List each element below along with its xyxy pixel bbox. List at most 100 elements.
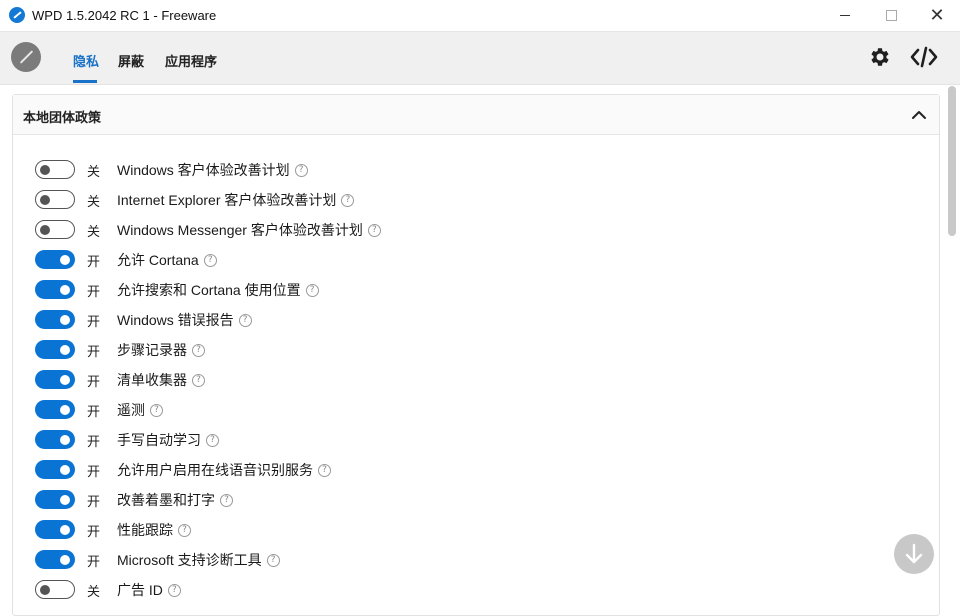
tab-blocker[interactable]: 屏蔽	[118, 51, 144, 70]
setting-label-text: 性能跟踪	[117, 522, 173, 538]
setting-toggle[interactable]	[35, 430, 75, 449]
setting-row: 开 清单收集器?	[35, 367, 915, 391]
toggle-knob	[60, 494, 70, 505]
help-icon[interactable]: ?	[318, 463, 331, 477]
help-icon[interactable]: ?	[206, 433, 219, 447]
setting-label-text: Microsoft 支持诊断工具	[117, 552, 262, 568]
toggle-state-label: 关	[87, 584, 101, 599]
setting-toggle[interactable]	[35, 550, 75, 569]
panel-header[interactable]: 本地团体政策	[13, 95, 939, 135]
setting-label-text: 允许用户启用在线语音识别服务	[117, 462, 313, 478]
toggle-knob	[60, 344, 70, 355]
group-policy-panel: 本地团体政策 关 Windows 客户体验改善计划? 关 Internet Explo…	[12, 94, 940, 616]
setting-label: 广告 ID?	[117, 580, 181, 600]
help-icon[interactable]: ?	[150, 403, 163, 417]
help-icon[interactable]: ?	[294, 163, 308, 177]
setting-label: 允许 Cortana?	[117, 250, 217, 270]
toggle-knob	[40, 225, 50, 235]
setting-label: Windows 错误报告?	[117, 310, 252, 330]
setting-row: 关 Windows 客户体验改善计划?	[35, 157, 915, 181]
help-icon[interactable]: ?	[305, 283, 319, 297]
setting-row: 开 允许搜索和 Cortana 使用位置?	[35, 277, 915, 301]
vertical-scrollbar[interactable]	[948, 86, 956, 236]
setting-label-text: 广告 ID	[117, 582, 163, 598]
wpd-logo-icon	[9, 7, 25, 23]
maximize-button[interactable]	[868, 0, 914, 31]
setting-toggle[interactable]	[35, 520, 75, 539]
setting-label-text: Internet Explorer 客户体验改善计划	[117, 192, 337, 208]
toggle-knob	[60, 374, 70, 385]
code-icon[interactable]	[910, 45, 938, 69]
minimize-button[interactable]	[822, 0, 868, 31]
toggle-state-label: 开	[87, 344, 101, 359]
setting-label: Windows 客户体验改善计划?	[117, 160, 308, 180]
help-icon[interactable]: ?	[167, 583, 181, 597]
setting-label: Microsoft 支持诊断工具?	[117, 550, 280, 570]
help-icon[interactable]: ?	[238, 313, 252, 327]
help-icon[interactable]: ?	[192, 343, 205, 357]
setting-label-text: 改善着墨和打字	[117, 492, 215, 508]
toggle-state-label: 开	[87, 284, 101, 299]
setting-label: Internet Explorer 客户体验改善计划?	[117, 190, 355, 210]
setting-label-text: 清单收集器	[117, 372, 187, 388]
setting-toggle[interactable]	[35, 580, 75, 599]
setting-toggle[interactable]	[35, 490, 75, 509]
toggle-knob	[60, 554, 70, 565]
help-icon[interactable]: ?	[192, 373, 205, 387]
setting-toggle[interactable]	[35, 400, 75, 419]
toggle-state-label: 开	[87, 314, 101, 329]
help-icon[interactable]: ?	[178, 523, 191, 537]
toggle-state-label: 开	[87, 464, 101, 479]
setting-label: 改善着墨和打字?	[117, 490, 233, 510]
setting-label: 清单收集器?	[117, 370, 205, 390]
setting-label-text: Windows Messenger 客户体验改善计划	[117, 222, 363, 238]
setting-toggle[interactable]	[35, 160, 75, 179]
help-icon[interactable]: ?	[266, 553, 280, 567]
setting-toggle[interactable]	[35, 370, 75, 389]
setting-toggle[interactable]	[35, 340, 75, 359]
close-button[interactable]: ✕	[914, 0, 960, 31]
help-icon[interactable]: ?	[367, 223, 381, 237]
setting-label-text: Windows 客户体验改善计划	[117, 162, 290, 178]
gear-icon[interactable]	[868, 45, 892, 69]
setting-label: 性能跟踪?	[117, 520, 191, 540]
setting-row: 关 广告 ID?	[35, 577, 915, 601]
setting-label-text: 手写自动学习	[117, 432, 201, 448]
toggle-state-label: 关	[87, 224, 101, 239]
tab-privacy[interactable]: 隐私	[73, 51, 99, 70]
toggle-knob	[60, 314, 70, 325]
setting-toggle[interactable]	[35, 280, 75, 299]
setting-label-text: 允许 Cortana	[117, 252, 199, 268]
scroll-down-button[interactable]	[894, 534, 934, 574]
toggle-state-label: 开	[87, 554, 101, 569]
toggle-knob	[60, 524, 70, 535]
setting-row: 开 遥测?	[35, 397, 915, 421]
setting-label: 允许用户启用在线语音识别服务?	[117, 460, 331, 480]
setting-row: 关 Windows Messenger 客户体验改善计划?	[35, 217, 915, 241]
setting-row: 关 Internet Explorer 客户体验改善计划?	[35, 187, 915, 211]
setting-toggle[interactable]	[35, 190, 75, 209]
toggle-knob	[40, 585, 50, 595]
arrow-down-icon	[905, 543, 923, 564]
setting-toggle[interactable]	[35, 310, 75, 329]
help-icon[interactable]: ?	[220, 493, 233, 507]
maximize-icon	[885, 10, 897, 21]
setting-row: 开 允许 Cortana?	[35, 247, 915, 271]
help-icon[interactable]: ?	[203, 253, 217, 267]
toggle-state-label: 开	[87, 524, 101, 539]
tab-apps[interactable]: 应用程序	[165, 51, 217, 70]
toggle-state-label: 开	[87, 254, 101, 269]
setting-label-text: 遥测	[117, 402, 145, 418]
toggle-state-label: 开	[87, 404, 101, 419]
setting-row: 开 步骤记录器?	[35, 337, 915, 361]
setting-toggle[interactable]	[35, 220, 75, 239]
setting-row: 开 允许用户启用在线语音识别服务?	[35, 457, 915, 481]
chevron-up-icon[interactable]	[910, 106, 928, 124]
setting-label: 步骤记录器?	[117, 340, 205, 360]
help-icon[interactable]: ?	[341, 193, 355, 207]
toggle-state-label: 开	[87, 374, 101, 389]
setting-label-text: 步骤记录器	[117, 342, 187, 358]
setting-toggle[interactable]	[35, 460, 75, 479]
setting-toggle[interactable]	[35, 250, 75, 269]
panel-title: 本地团体政策	[23, 110, 102, 125]
